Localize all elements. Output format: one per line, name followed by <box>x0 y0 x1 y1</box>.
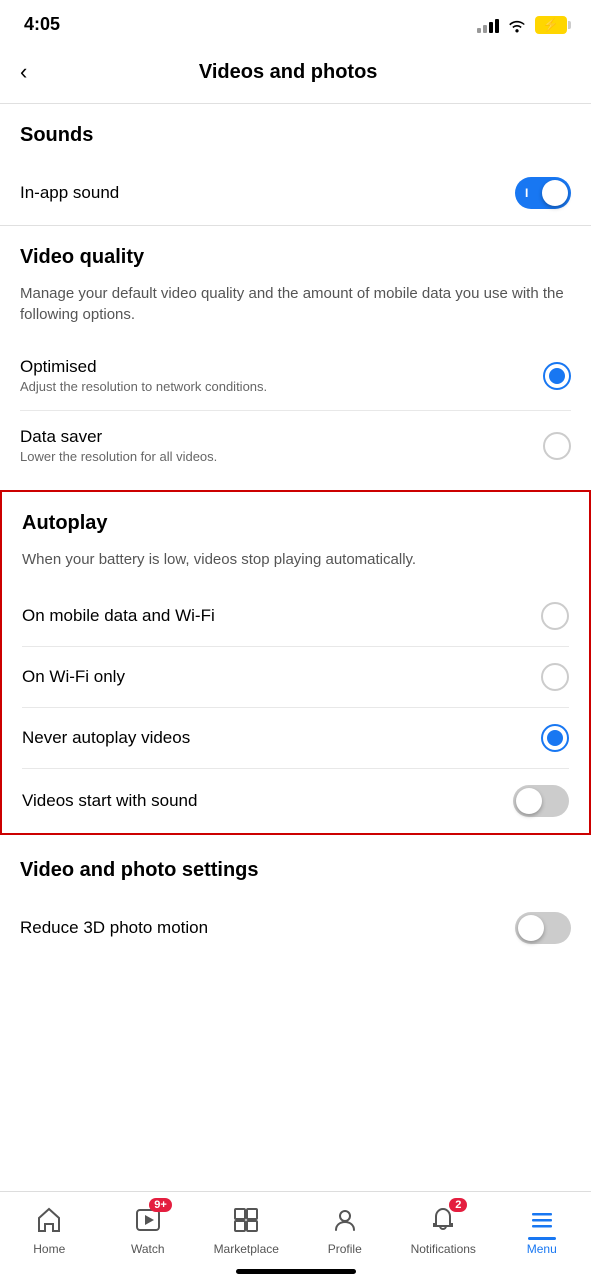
marketplace-icon-wrap <box>228 1202 264 1238</box>
status-time: 4:05 <box>24 14 60 35</box>
nav-home[interactable]: Home <box>14 1202 84 1256</box>
autoplay-header: Autoplay When your battery is low, video… <box>22 492 569 570</box>
data-saver-label: Data saver <box>20 427 217 447</box>
nav-profile[interactable]: Profile <box>310 1202 380 1256</box>
watch-icon-wrap: 9+ <box>130 1202 166 1238</box>
video-photo-settings-title: Video and photo settings <box>20 859 571 882</box>
watch-label: Watch <box>131 1242 165 1256</box>
signal-icon <box>477 17 499 33</box>
main-content: Sounds In-app sound Video quality Manage… <box>0 104 591 1060</box>
notifications-icon-wrap: 2 <box>425 1202 461 1238</box>
menu-active-indicator <box>528 1237 556 1240</box>
never-autoplay-row[interactable]: Never autoplay videos <box>22 707 569 768</box>
never-autoplay-radio[interactable] <box>541 724 569 752</box>
home-label: Home <box>33 1242 65 1256</box>
back-button[interactable]: ‹ <box>20 55 35 89</box>
data-saver-radio[interactable] <box>543 432 571 460</box>
optimised-radio[interactable] <box>543 362 571 390</box>
video-quality-section: Video quality Manage your default video … <box>0 226 591 480</box>
home-icon <box>35 1206 63 1234</box>
mobile-data-wifi-row[interactable]: On mobile data and Wi-Fi <box>22 586 569 646</box>
status-bar: 4:05 ⚡ <box>0 0 591 43</box>
watch-badge: 9+ <box>149 1198 172 1212</box>
videos-start-sound-label: Videos start with sound <box>22 791 197 811</box>
videos-start-sound-toggle[interactable] <box>513 785 569 817</box>
profile-icon-wrap <box>327 1202 363 1238</box>
video-photo-settings-section: Video and photo settings Reduce 3D photo… <box>0 835 591 960</box>
optimised-label: Optimised <box>20 357 267 377</box>
battery-icon: ⚡ <box>535 16 567 34</box>
data-saver-sublabel: Lower the resolution for all videos. <box>20 449 217 464</box>
home-indicator <box>236 1269 356 1274</box>
status-icons: ⚡ <box>477 16 567 34</box>
autoplay-desc: When your battery is low, videos stop pl… <box>22 549 569 570</box>
reduce-3d-label: Reduce 3D photo motion <box>20 918 208 938</box>
wifi-icon <box>507 17 527 33</box>
sounds-section: Sounds In-app sound <box>0 104 591 225</box>
notifications-badge: 2 <box>449 1198 467 1212</box>
data-saver-row[interactable]: Data saver Lower the resolution for all … <box>20 410 571 480</box>
page-title: Videos and photos <box>35 61 541 84</box>
in-app-sound-toggle[interactable] <box>515 177 571 209</box>
menu-icon-wrap <box>524 1202 560 1238</box>
nav-menu[interactable]: Menu <box>507 1202 577 1256</box>
autoplay-title: Autoplay <box>22 512 569 535</box>
wifi-only-row[interactable]: On Wi-Fi only <box>22 646 569 707</box>
wifi-only-radio[interactable] <box>541 663 569 691</box>
home-icon-wrap <box>31 1202 67 1238</box>
marketplace-icon <box>232 1206 260 1234</box>
bottom-nav: Home 9+ Watch Marketplace <box>0 1191 591 1280</box>
reduce-3d-row: Reduce 3D photo motion <box>20 896 571 960</box>
profile-label: Profile <box>328 1242 362 1256</box>
reduce-3d-toggle[interactable] <box>515 912 571 944</box>
mobile-data-wifi-label: On mobile data and Wi-Fi <box>22 606 215 626</box>
menu-icon <box>528 1206 556 1234</box>
video-quality-title: Video quality <box>20 246 571 269</box>
mobile-data-wifi-radio[interactable] <box>541 602 569 630</box>
sounds-title: Sounds <box>20 124 571 147</box>
profile-icon <box>331 1206 359 1234</box>
video-quality-desc: Manage your default video quality and th… <box>20 283 571 325</box>
nav-watch[interactable]: 9+ Watch <box>113 1202 183 1256</box>
videos-start-sound-row: Videos start with sound <box>22 768 569 833</box>
wifi-only-label: On Wi-Fi only <box>22 667 125 687</box>
in-app-sound-row: In-app sound <box>20 161 571 225</box>
in-app-sound-label: In-app sound <box>20 183 119 203</box>
never-autoplay-label: Never autoplay videos <box>22 728 190 748</box>
menu-label: Menu <box>527 1242 557 1256</box>
notifications-label: Notifications <box>411 1242 476 1256</box>
nav-notifications[interactable]: 2 Notifications <box>408 1202 478 1256</box>
nav-marketplace[interactable]: Marketplace <box>211 1202 281 1256</box>
optimised-row[interactable]: Optimised Adjust the resolution to netwo… <box>20 341 571 410</box>
marketplace-label: Marketplace <box>214 1242 279 1256</box>
header: ‹ Videos and photos <box>0 43 591 104</box>
autoplay-section: Autoplay When your battery is low, video… <box>0 490 591 835</box>
optimised-sublabel: Adjust the resolution to network conditi… <box>20 379 267 394</box>
